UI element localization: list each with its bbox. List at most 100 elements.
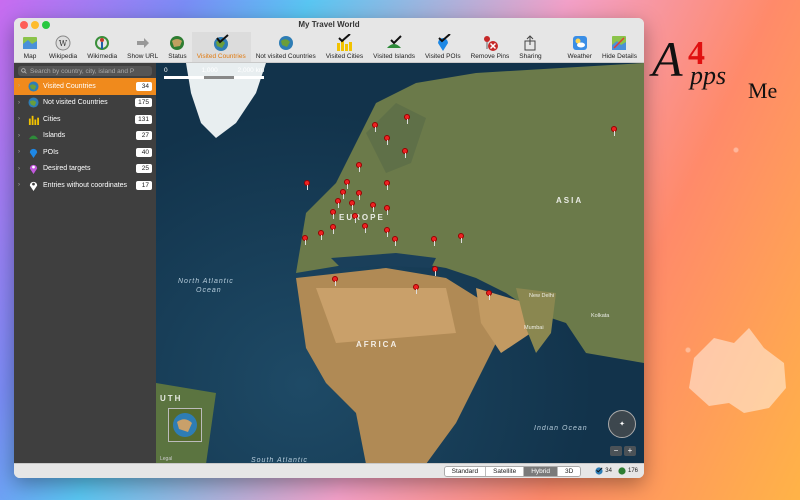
toolbar-weather-button[interactable]: Weather — [563, 32, 597, 62]
sidebar: › Visited Countries 34 › Not visited Cou… — [14, 63, 156, 464]
map-pin[interactable] — [332, 276, 338, 286]
globe-icon — [618, 467, 626, 475]
search-input[interactable] — [27, 67, 149, 75]
toolbar-visited-pois-button[interactable]: Visited POIs — [420, 32, 466, 62]
target-icon — [27, 163, 39, 175]
hide-details-icon — [610, 34, 628, 52]
map-pin[interactable] — [432, 266, 438, 276]
compass-icon: ✦ — [619, 421, 625, 428]
globe-icon — [27, 80, 39, 92]
map-pin[interactable] — [335, 198, 341, 208]
map-pin[interactable] — [370, 202, 376, 212]
map-pin[interactable] — [302, 235, 308, 245]
globe-icon — [168, 34, 186, 52]
map-pin[interactable] — [349, 200, 355, 210]
globe-icon — [277, 34, 295, 52]
compass-control[interactable]: ✦ — [608, 410, 636, 438]
toolbar-wikipedia-button[interactable]: W Wikipedia — [44, 32, 82, 62]
map-type-3d[interactable]: 3D — [557, 466, 581, 476]
location-pin-icon — [27, 179, 39, 191]
chevron-right-icon[interactable]: › — [18, 100, 26, 106]
map-view[interactable]: 0 1,000 2,000 km EUROPE ASIA AFRICA Nort… — [156, 63, 644, 464]
city-check-icon — [335, 34, 353, 52]
map-label-indian-ocean: Indian Ocean — [534, 425, 588, 432]
scale-line — [164, 76, 264, 79]
legal-link[interactable]: Legal — [160, 456, 172, 462]
zoom-out-button[interactable]: − — [610, 446, 622, 456]
toolbar-sharing-button[interactable]: Sharing — [514, 32, 546, 62]
map-pin[interactable] — [304, 180, 310, 190]
toolbar-visited-cities-button[interactable]: Visited Cities — [321, 32, 368, 62]
island-check-icon — [385, 34, 403, 52]
map-pin[interactable] — [330, 209, 336, 219]
svg-text:W: W — [59, 39, 68, 48]
window-title: My Travel World — [298, 20, 360, 29]
map-pin[interactable] — [356, 190, 362, 200]
globe-icon — [27, 97, 39, 109]
map-label-europe: EUROPE — [339, 213, 385, 222]
map-pin[interactable] — [402, 148, 408, 158]
map-pin[interactable] — [404, 114, 410, 124]
map-pin[interactable] — [384, 180, 390, 190]
visited-count-stat: 34 — [595, 467, 612, 475]
chevron-right-icon[interactable]: › — [18, 166, 26, 172]
map-pin[interactable] — [384, 135, 390, 145]
map-label-ocean: Ocean — [196, 287, 222, 294]
chevron-right-icon[interactable]: › — [18, 133, 26, 139]
count-badge: 25 — [136, 164, 152, 174]
map-type-standard[interactable]: Standard — [444, 466, 487, 476]
map-pin[interactable] — [431, 236, 437, 246]
wikimedia-icon — [93, 34, 111, 52]
map-label-uth: UTH — [160, 394, 183, 403]
title-bar: My Travel World — [14, 18, 644, 32]
map-pin[interactable] — [318, 230, 324, 240]
chevron-right-icon[interactable]: › — [18, 182, 26, 188]
toolbar-visited-islands-button[interactable]: Visited Islands — [368, 32, 420, 62]
toolbar-show-url-button[interactable]: Show URL — [122, 32, 163, 62]
city-icon — [27, 113, 39, 125]
map-pin[interactable] — [356, 162, 362, 172]
map-pin[interactable] — [611, 126, 617, 136]
toolbar-wikimedia-button[interactable]: Wikimedia — [82, 32, 122, 62]
chevron-right-icon[interactable]: › — [18, 116, 26, 122]
chevron-right-icon[interactable]: › — [18, 83, 26, 89]
map-pin[interactable] — [486, 290, 492, 300]
toolbar-hide-details-button[interactable]: Hide Details — [597, 32, 642, 62]
map-pin[interactable] — [344, 179, 350, 189]
remove-pin-icon — [481, 34, 499, 52]
scale-bar: 0 1,000 2,000 km — [164, 67, 264, 74]
svg-text:Me: Me — [748, 78, 777, 103]
map-land — [156, 63, 644, 464]
chevron-right-icon[interactable]: › — [18, 149, 26, 155]
map-type-satellite[interactable]: Satellite — [486, 466, 525, 476]
sidebar-item-desired-targets[interactable]: › Desired targets 25 — [14, 161, 156, 178]
sidebar-item-pois[interactable]: › POIs 40 — [14, 144, 156, 161]
toolbar-map-button[interactable]: Map — [16, 32, 44, 62]
map-pin[interactable] — [384, 227, 390, 237]
island-icon — [27, 130, 39, 142]
map-label-mumbai: Mumbai — [524, 325, 544, 331]
toolbar-status-button[interactable]: Status — [163, 32, 191, 62]
zoom-in-button[interactable]: + — [624, 446, 636, 456]
map-pin[interactable] — [413, 284, 419, 294]
globe-view-button[interactable] — [168, 408, 202, 442]
sidebar-item-visited-countries[interactable]: › Visited Countries 34 — [14, 78, 156, 95]
sidebar-item-entries-without-coordinates[interactable]: › Entries without coordinates 17 — [14, 177, 156, 194]
count-badge: 27 — [136, 131, 152, 141]
scale-label-0: 0 — [164, 67, 168, 74]
toolbar-not-visited-countries-button[interactable]: Not visited Countries — [251, 32, 321, 62]
map-pin[interactable] — [352, 213, 358, 223]
map-pin[interactable] — [362, 223, 368, 233]
sidebar-item-islands[interactable]: › Islands 27 — [14, 128, 156, 145]
main-area: › Visited Countries 34 › Not visited Cou… — [14, 63, 644, 464]
map-type-hybrid[interactable]: Hybrid — [524, 466, 558, 476]
map-pin[interactable] — [384, 205, 390, 215]
map-pin[interactable] — [458, 233, 464, 243]
toolbar-remove-pins-button[interactable]: Remove Pins — [466, 32, 515, 62]
map-pin[interactable] — [392, 236, 398, 246]
map-pin[interactable] — [330, 224, 336, 234]
sidebar-item-cities[interactable]: › Cities 131 — [14, 111, 156, 128]
toolbar-visited-countries-button[interactable]: Visited Countries — [191, 32, 251, 62]
sidebar-item-not-visited-countries[interactable]: › Not visited Countries 175 — [14, 95, 156, 112]
map-pin[interactable] — [372, 122, 378, 132]
